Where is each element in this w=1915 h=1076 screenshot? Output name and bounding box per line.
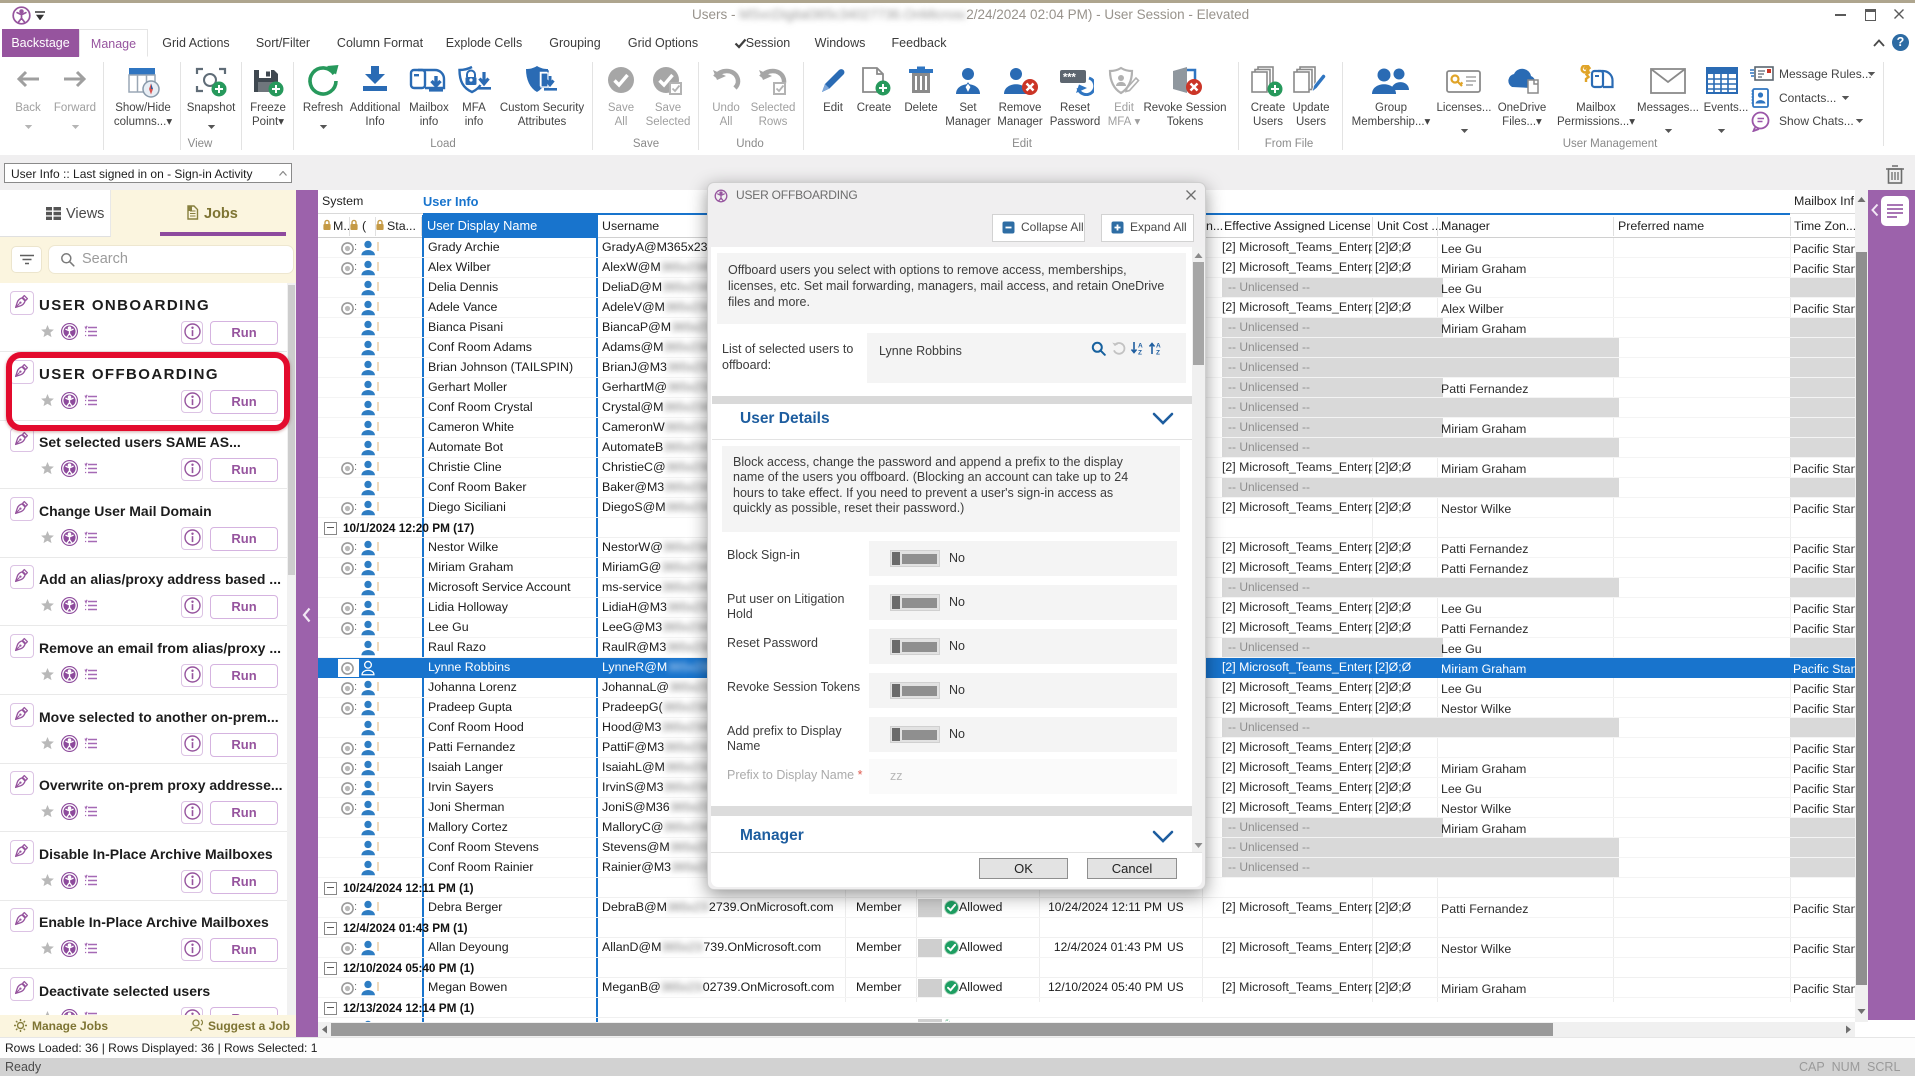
svg-text:A: A	[1138, 343, 1143, 350]
svg-text:A: A	[1156, 343, 1161, 350]
svg-text:***: ***	[1063, 72, 1077, 84]
svg-text:Z: Z	[1138, 350, 1142, 356]
svg-text:Z: Z	[1156, 350, 1160, 356]
